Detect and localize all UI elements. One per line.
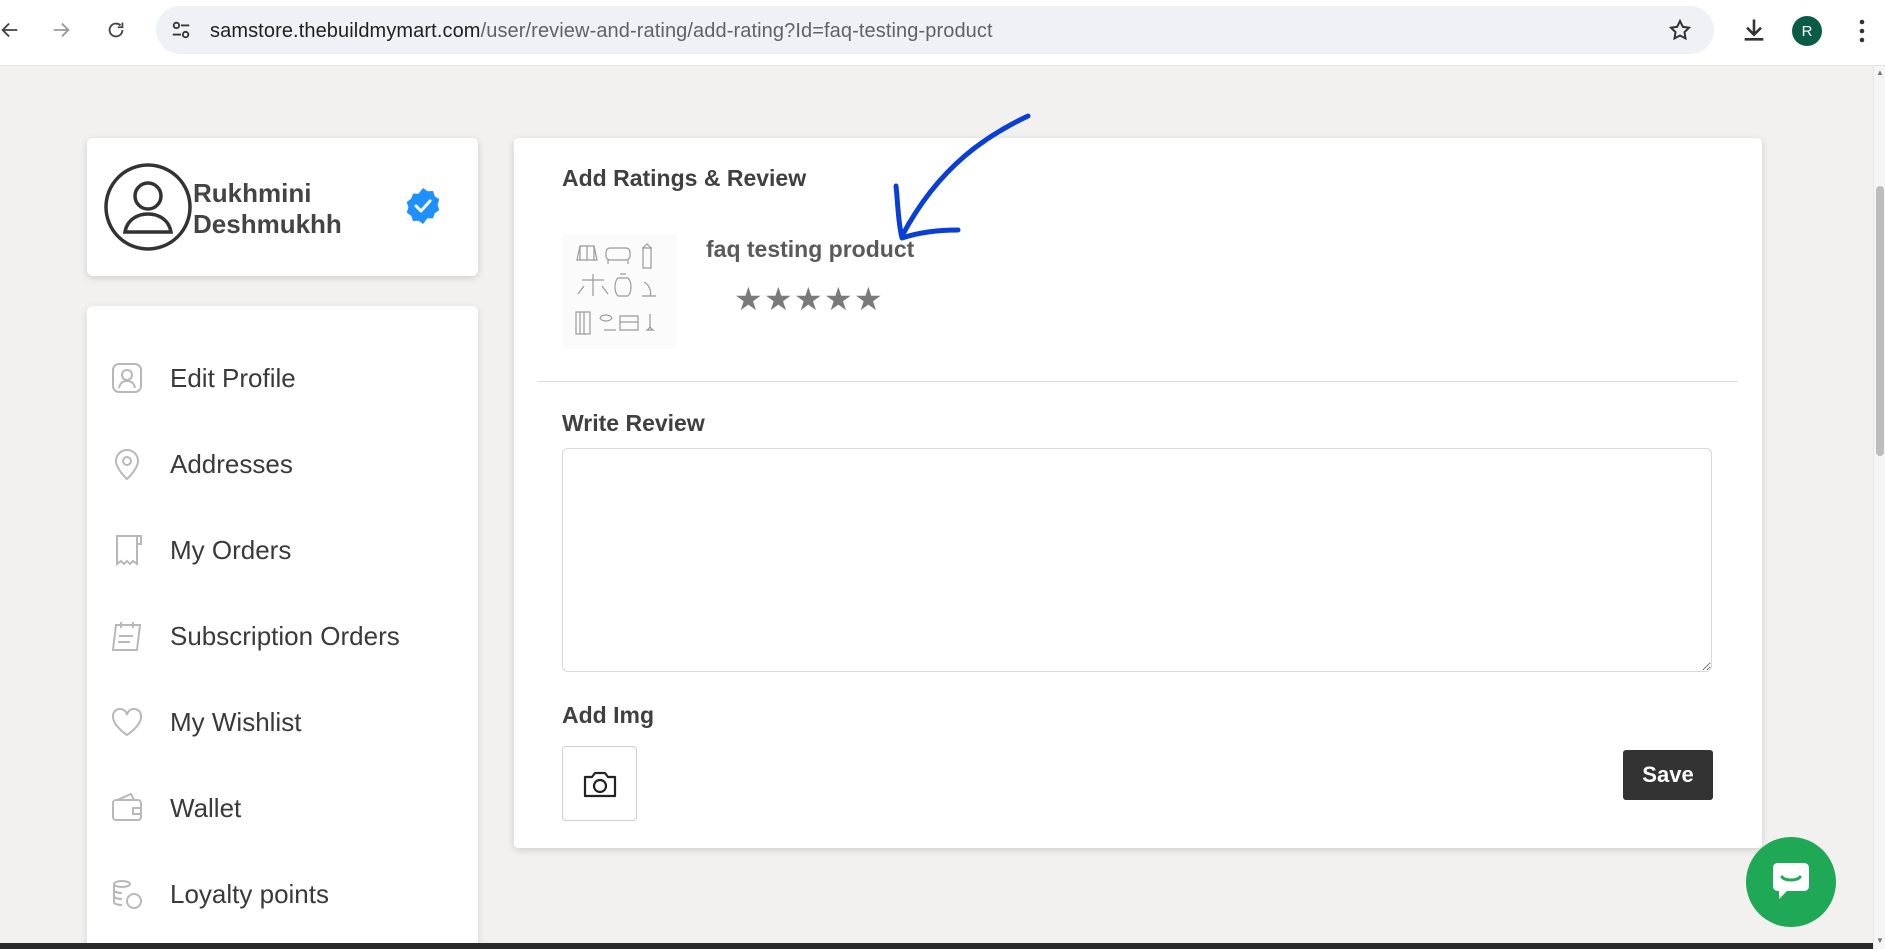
location-pin-icon [114, 449, 140, 481]
page-title: Add Ratings & Review [562, 165, 807, 191]
rating-star-4[interactable]: ★ [824, 283, 853, 315]
star-outline-icon[interactable] [1668, 18, 1692, 42]
review-textarea[interactable] [562, 448, 1712, 672]
sidebar-item-my-wishlist[interactable]: My Wishlist [87, 694, 478, 750]
address-bar[interactable]: samstore.thebuildmymart.com/user/review-… [156, 6, 1714, 54]
download-icon[interactable] [1740, 16, 1768, 44]
wallet-icon [112, 792, 142, 821]
sidebar-item-label: Edit Profile [170, 362, 296, 393]
sidebar-item-wallet[interactable]: Wallet [87, 780, 478, 836]
sidebar-item-addresses[interactable]: Addresses [87, 436, 478, 492]
url-text[interactable]: samstore.thebuildmymart.com/user/review-… [210, 20, 993, 43]
back-arrow-icon[interactable] [0, 14, 26, 46]
camera-icon [583, 771, 616, 797]
rating-star-1[interactable]: ★ [734, 283, 763, 315]
review-card: Add Ratings & Review faq testing product… [514, 138, 1762, 848]
add-image-button[interactable] [562, 746, 637, 821]
sidebar-item-label: Wallet [170, 792, 242, 823]
reload-icon[interactable] [100, 14, 132, 46]
sidebar-item-label: My Wishlist [170, 706, 302, 737]
rating-star-3[interactable]: ★ [794, 283, 823, 315]
scroll-thumb[interactable] [1876, 186, 1884, 456]
scroll-up-icon[interactable]: ▲ [1875, 68, 1885, 78]
bottom-edge [0, 943, 1873, 949]
profile-name: Rukhmini Deshmukhh [193, 178, 342, 239]
product-sketch-image [575, 243, 656, 335]
product-name: faq testing product [706, 236, 915, 262]
coins-icon [113, 880, 142, 909]
star-rating[interactable]: ★ ★ ★ ★ ★ [734, 283, 883, 315]
sidebar-item-label: Subscription Orders [170, 620, 400, 651]
add-img-label: Add Img [562, 702, 654, 728]
verified-badge-icon [406, 188, 440, 224]
page-scrollbar[interactable]: ▲ ▼ [1873, 66, 1885, 949]
url-path: /user/review-and-rating/add-rating?Id=fa… [480, 20, 993, 42]
heart-icon [111, 707, 143, 737]
browser-toolbar: samstore.thebuildmymart.com/user/review-… [0, 0, 1885, 66]
url-host: samstore.thebuildmymart.com [210, 20, 481, 42]
scroll-down-icon[interactable]: ▼ [1875, 936, 1885, 946]
profile-avatar-button[interactable]: R [1792, 16, 1822, 46]
product-thumbnail [562, 234, 677, 349]
chat-bubble-icon [1773, 863, 1809, 899]
profile-card: Rukhmini Deshmukhh [87, 138, 478, 276]
calendar-note-icon [111, 622, 142, 651]
sidebar-item-subscription-orders[interactable]: Subscription Orders [87, 608, 478, 664]
sidebar-item-label: Loyalty points [170, 878, 329, 909]
sidebar-item-edit-profile[interactable]: Edit Profile [87, 350, 478, 406]
section-divider [538, 381, 1738, 382]
write-review-label: Write Review [562, 410, 705, 436]
sidebar-item-loyalty-points[interactable]: Loyalty points [87, 866, 478, 922]
rating-star-2[interactable]: ★ [764, 283, 793, 315]
rating-star-5[interactable]: ★ [854, 283, 883, 315]
user-avatar-icon [104, 163, 192, 251]
account-sidebar: Edit Profile Addresses My Orders Subscri… [87, 306, 478, 949]
forward-arrow-icon[interactable] [45, 14, 77, 46]
save-button[interactable]: Save [1623, 750, 1713, 800]
sidebar-item-my-orders[interactable]: My Orders [87, 522, 478, 578]
sidebar-item-label: My Orders [170, 534, 292, 565]
user-card-icon [112, 363, 142, 393]
chat-support-button[interactable] [1746, 837, 1836, 927]
tune-icon[interactable] [170, 19, 192, 41]
kebab-menu-icon[interactable] [1850, 16, 1874, 46]
sidebar-item-label: Addresses [170, 448, 293, 479]
receipt-icon [116, 535, 142, 566]
